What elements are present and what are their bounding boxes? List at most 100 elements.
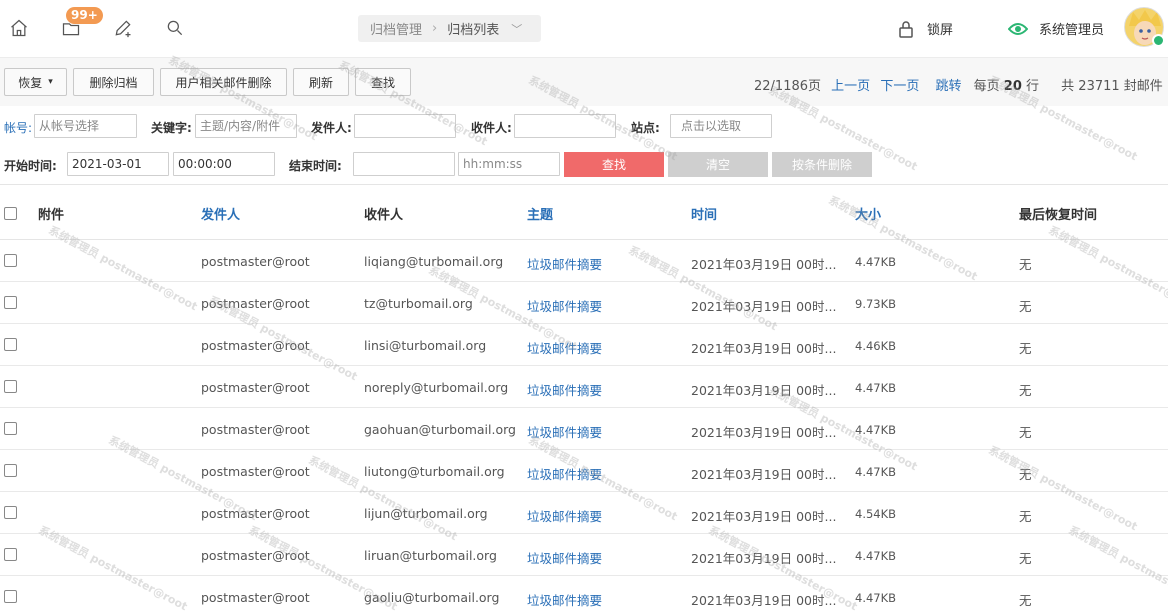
lock-screen-button[interactable]: 锁屏 xyxy=(898,19,953,38)
cell-recipient: liqiang@turbomail.org xyxy=(364,254,504,269)
col-subject[interactable]: 主题 xyxy=(527,204,553,223)
cell-time: 2021年03月19日 00时... xyxy=(691,509,837,524)
search-button[interactable]: 查找 xyxy=(355,68,411,96)
row-checkbox[interactable] xyxy=(4,338,17,351)
cell-size: 4.47KB xyxy=(855,255,897,269)
end-date-input[interactable] xyxy=(353,152,455,176)
cell-recipient: liutong@turbomail.org xyxy=(364,464,505,479)
row-checkbox[interactable] xyxy=(4,590,17,603)
end-time-label: 结束时间: xyxy=(289,159,342,173)
cell-subject[interactable]: 垃圾邮件摘要 xyxy=(527,338,602,357)
col-last-restore[interactable]: 最后恢复时间 xyxy=(1019,204,1097,223)
lock-label: 锁屏 xyxy=(927,23,954,38)
table-row[interactable]: postmaster@root gaohuan@turbomail.org 垃圾邮件… xyxy=(0,408,1168,450)
cell-time: 2021年03月19日 00时... xyxy=(691,383,837,398)
breadcrumb-parent[interactable]: 归档管理 xyxy=(370,19,422,38)
cell-subject[interactable]: 垃圾邮件摘要 xyxy=(527,590,602,609)
sender-input[interactable] xyxy=(354,114,456,138)
cell-last-restore: 无 xyxy=(1019,509,1032,524)
search-icon[interactable] xyxy=(164,17,186,39)
cell-subject[interactable]: 垃圾邮件摘要 xyxy=(527,548,602,567)
top-bar: 99+ 归档管理 › 归档列表 ﹀ 锁屏 系统管理员 xyxy=(0,0,1168,58)
total-count: 共 23711 封邮件 xyxy=(1061,79,1163,94)
restore-label: 恢复 xyxy=(18,75,43,90)
delete-user-mail-button[interactable]: 用户相关邮件删除 xyxy=(160,68,287,96)
cell-time: 2021年03月19日 00时... xyxy=(691,593,837,608)
account-input[interactable] xyxy=(34,114,137,138)
cell-sender: postmaster@root xyxy=(201,296,310,311)
filter-panel: 帐号: 关键字: 发件人: 收件人: 站点: 开始时间: 结束时间: 查找 清空… xyxy=(0,106,1168,184)
cell-recipient: gaoliu@turbomail.org xyxy=(364,590,500,605)
restore-dropdown-button[interactable]: 恢复 ▾ xyxy=(4,68,67,96)
table-row[interactable]: postmaster@root liruan@turbomail.org 垃圾邮件摘… xyxy=(0,534,1168,576)
col-recipient[interactable]: 收件人 xyxy=(364,204,403,223)
chevron-down-icon[interactable]: ﹀ xyxy=(511,21,522,37)
row-checkbox[interactable] xyxy=(4,296,17,309)
filter-search-button[interactable]: 查找 xyxy=(564,152,664,177)
cell-sender: postmaster@root xyxy=(201,590,310,605)
cell-subject[interactable]: 垃圾邮件摘要 xyxy=(527,380,602,399)
per-page-prefix: 每页 xyxy=(973,79,1000,94)
cell-time: 2021年03月19日 00时... xyxy=(691,551,837,566)
cell-size: 4.47KB xyxy=(855,465,897,479)
select-all-checkbox[interactable] xyxy=(4,207,17,220)
cell-recipient: noreply@turbomail.org xyxy=(364,380,509,395)
cell-sender: postmaster@root xyxy=(201,464,310,479)
table-row[interactable]: postmaster@root gaoliu@turbomail.org 垃圾邮件摘… xyxy=(0,576,1168,614)
notification-badge: 99+ xyxy=(66,7,103,24)
per-page-value[interactable]: 20 xyxy=(1004,79,1022,94)
cell-size: 4.47KB xyxy=(855,381,897,395)
start-time-input[interactable] xyxy=(173,152,275,176)
row-checkbox[interactable] xyxy=(4,464,17,477)
cell-subject[interactable]: 垃圾邮件摘要 xyxy=(527,506,602,525)
recipient-input[interactable] xyxy=(514,114,616,138)
cell-subject[interactable]: 垃圾邮件摘要 xyxy=(527,422,602,441)
breadcrumb[interactable]: 归档管理 › 归档列表 ﹀ xyxy=(358,15,541,42)
admin-menu[interactable]: 系统管理员 xyxy=(1008,19,1104,38)
col-time[interactable]: 时间 xyxy=(691,204,717,223)
cell-last-restore: 无 xyxy=(1019,299,1032,314)
prev-page-link[interactable]: 上一页 xyxy=(831,79,870,94)
next-page-link[interactable]: 下一页 xyxy=(880,79,919,94)
home-icon[interactable] xyxy=(8,17,30,39)
cell-size: 4.47KB xyxy=(855,549,897,563)
cell-sender: postmaster@root xyxy=(201,506,310,521)
row-checkbox[interactable] xyxy=(4,254,17,267)
cell-size: 4.47KB xyxy=(855,591,897,605)
cell-subject[interactable]: 垃圾邮件摘要 xyxy=(527,254,602,273)
table-row[interactable]: postmaster@root lijun@turbomail.org 垃圾邮件摘要… xyxy=(0,492,1168,534)
cell-sender: postmaster@root xyxy=(201,548,310,563)
table-row[interactable]: postmaster@root tz@turbomail.org 垃圾邮件摘要 202… xyxy=(0,282,1168,324)
table-row[interactable]: postmaster@root noreply@turbomail.org 垃圾邮件… xyxy=(0,366,1168,408)
cell-last-restore: 无 xyxy=(1019,593,1032,608)
cell-subject[interactable]: 垃圾邮件摘要 xyxy=(527,464,602,483)
delete-archive-button[interactable]: 删除归档 xyxy=(73,68,154,96)
table-row[interactable]: postmaster@root liqiang@turbomail.org 垃圾邮件… xyxy=(0,240,1168,282)
refresh-button[interactable]: 刷新 xyxy=(293,68,349,96)
recipient-label: 收件人: xyxy=(471,121,512,135)
table-row[interactable]: postmaster@root linsi@turbomail.org 垃圾邮件摘要… xyxy=(0,324,1168,366)
start-date-input[interactable] xyxy=(67,152,169,176)
row-checkbox[interactable] xyxy=(4,506,17,519)
col-sender[interactable]: 发件人 xyxy=(201,204,240,223)
online-status-dot xyxy=(1152,34,1165,47)
jump-link[interactable]: 跳转 xyxy=(935,79,961,94)
row-checkbox[interactable] xyxy=(4,548,17,561)
keyword-input[interactable] xyxy=(195,114,297,138)
row-checkbox[interactable] xyxy=(4,422,17,435)
end-time-input[interactable] xyxy=(458,152,560,176)
cell-subject[interactable]: 垃圾邮件摘要 xyxy=(527,296,602,315)
cell-last-restore: 无 xyxy=(1019,425,1032,440)
row-checkbox[interactable] xyxy=(4,380,17,393)
page-info: 22/1186页 xyxy=(754,79,822,94)
cell-sender: postmaster@root xyxy=(201,254,310,269)
delete-by-condition-button[interactable]: 按条件删除 xyxy=(772,152,872,177)
compose-icon[interactable] xyxy=(112,17,134,39)
filter-clear-button[interactable]: 清空 xyxy=(668,152,768,177)
cell-time: 2021年03月19日 00时... xyxy=(691,467,837,482)
site-input[interactable] xyxy=(670,114,772,138)
cell-recipient: liruan@turbomail.org xyxy=(364,548,497,563)
col-attachment[interactable]: 附件 xyxy=(38,204,64,223)
table-row[interactable]: postmaster@root liutong@turbomail.org 垃圾邮件… xyxy=(0,450,1168,492)
col-size[interactable]: 大小 xyxy=(855,204,881,223)
